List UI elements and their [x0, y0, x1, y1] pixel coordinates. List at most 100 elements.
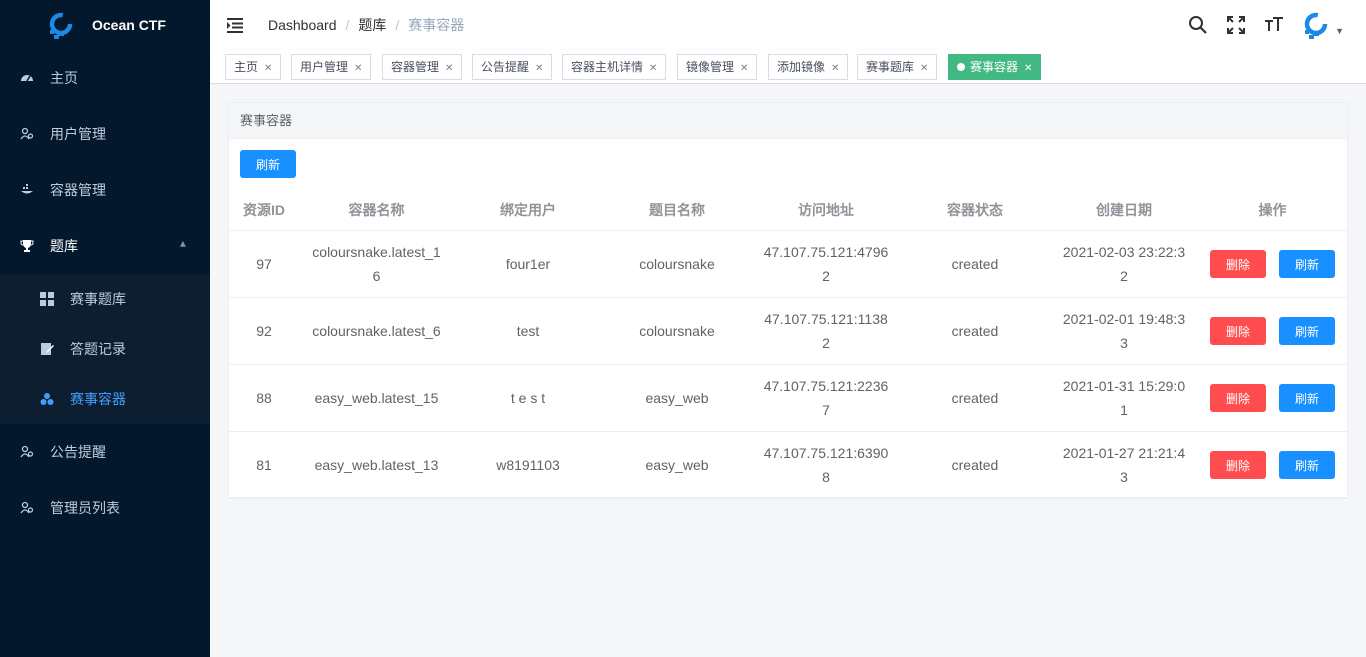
cell-challenge: easy_web: [645, 390, 709, 406]
card-title: 赛事容器: [229, 103, 1347, 139]
cell-created: 2021-01-31 15:29:01: [1062, 378, 1186, 418]
breadcrumb-item[interactable]: 题库: [358, 15, 386, 35]
row-refresh-button[interactable]: 刷新: [1279, 384, 1335, 412]
table-header: 资源ID 容器名称 绑定用户 题目名称 访问地址 容器状态 创建日期 操作: [229, 190, 1347, 231]
sidebar-item-label: 管理员列表: [50, 500, 120, 516]
breadcrumb-item[interactable]: Dashboard: [268, 17, 337, 33]
row-refresh-button[interactable]: 刷新: [1279, 250, 1335, 278]
delete-button[interactable]: 删除: [1210, 250, 1266, 278]
row-refresh-button[interactable]: 刷新: [1279, 451, 1335, 479]
delete-button[interactable]: 删除: [1210, 451, 1266, 479]
cell-created: 2021-01-27 21:21:43: [1062, 445, 1186, 485]
tag-image-management[interactable]: 镜像管理 ✕: [677, 54, 758, 80]
row-refresh-button[interactable]: 刷新: [1279, 317, 1335, 345]
sidebar-item-question-bank[interactable]: 题库 ▼: [0, 218, 210, 274]
cell-container-name: easy_web.latest_15: [314, 390, 439, 406]
edit-doc-icon: [40, 342, 54, 356]
tag-user-management[interactable]: 用户管理 ✕: [291, 54, 372, 80]
column-header: 绑定用户: [500, 202, 556, 218]
cell-container-name: coloursnake.latest_6: [312, 323, 441, 339]
table-row: 81 easy_web.latest_13 w8191103 easy_web …: [229, 432, 1347, 499]
grid-icon: [40, 292, 54, 306]
cell-id: 97: [256, 256, 272, 272]
cell-challenge: coloursnake: [639, 256, 715, 272]
sidebar-item-home[interactable]: 主页: [0, 50, 210, 106]
delete-button[interactable]: 删除: [1210, 317, 1266, 345]
close-icon[interactable]: ✕: [831, 63, 839, 74]
tag-label: 容器管理: [391, 60, 440, 74]
tag-label: 主页: [234, 60, 259, 74]
cell-container-name: easy_web.latest_13: [314, 457, 439, 473]
logo[interactable]: Ocean CTF: [0, 0, 210, 50]
sidebar: Ocean CTF 主页 用户管理 容器管理 题库 ▼ 赛事题库 答题记录 赛事…: [0, 0, 210, 657]
sidebar-item-users[interactable]: 用户管理: [0, 106, 210, 162]
close-icon[interactable]: ✕: [920, 63, 928, 74]
cell-status: created: [951, 323, 999, 339]
caret-down-icon: ▼: [1335, 26, 1344, 36]
column-header: 容器名称: [348, 202, 405, 218]
tag-contest-containers[interactable]: 赛事容器 ✕: [948, 54, 1042, 80]
tag-label: 镜像管理: [686, 60, 735, 74]
sidebar-item-label: 答题记录: [70, 341, 126, 357]
column-header: 访问地址: [798, 202, 854, 218]
sidebar-item-label: 题库: [50, 238, 78, 254]
tag-contest-questions[interactable]: 赛事题库 ✕: [857, 54, 938, 80]
close-icon[interactable]: ✕: [535, 63, 543, 74]
tag-announcements[interactable]: 公告提醒 ✕: [472, 54, 553, 80]
cell-challenge: coloursnake: [639, 323, 715, 339]
sidebar-item-containers[interactable]: 容器管理: [0, 162, 210, 218]
delete-button[interactable]: 删除: [1210, 384, 1266, 412]
tag-add-image[interactable]: 添加镜像 ✕: [768, 54, 849, 80]
sidebar-item-contest-questions[interactable]: 赛事题库: [0, 274, 210, 324]
tag-home[interactable]: 主页 ✕: [225, 54, 282, 80]
table-row: 88 easy_web.latest_15 t e s t easy_web 4…: [229, 365, 1347, 432]
tag-label: 公告提醒: [481, 60, 530, 74]
sidebar-item-label: 赛事题库: [70, 291, 126, 307]
cell-created: 2021-02-01 19:48:33: [1062, 311, 1186, 351]
close-icon[interactable]: ✕: [354, 63, 362, 74]
cell-address: 47.107.75.121:22367: [763, 378, 889, 418]
table-row: 97 coloursnake.latest_16 four1er colours…: [229, 231, 1347, 298]
sidebar-item-announcements[interactable]: 公告提醒: [0, 424, 210, 480]
containers-table: 资源ID 容器名称 绑定用户 题目名称 访问地址 容器状态 创建日期 操作 97…: [229, 190, 1347, 499]
sidebar-item-contest-containers[interactable]: 赛事容器: [0, 374, 210, 424]
column-header: 容器状态: [947, 202, 1003, 218]
container-icon: [20, 183, 34, 197]
chevron-up-icon: ▼: [178, 238, 188, 249]
right-menu: ▼: [1171, 0, 1344, 50]
close-icon[interactable]: ✕: [264, 63, 272, 74]
avatar: [1304, 12, 1328, 39]
cell-status: created: [951, 256, 999, 272]
tags-view: 主页 ✕ 用户管理 ✕ 容器管理 ✕ 公告提醒 ✕ 容器主机详情 ✕ 镜像管理 ✕ 添加镜像…: [210, 50, 1366, 84]
cell-id: 92: [256, 323, 272, 339]
close-icon[interactable]: ✕: [1024, 63, 1032, 74]
tag-label: 容器主机详情: [571, 60, 644, 74]
users-icon: [20, 127, 34, 141]
breadcrumb-separator: /: [345, 17, 350, 33]
tag-container-management[interactable]: 容器管理 ✕: [382, 54, 463, 80]
hamburger-icon[interactable]: [227, 16, 245, 34]
sidebar-item-label: 容器管理: [50, 182, 106, 198]
sidebar-item-answer-records[interactable]: 答题记录: [0, 324, 210, 374]
tag-container-host-details[interactable]: 容器主机详情 ✕: [562, 54, 667, 80]
refresh-button[interactable]: 刷新: [240, 150, 296, 178]
cell-user: t e s t: [510, 390, 546, 406]
tag-label: 用户管理: [300, 60, 349, 74]
column-header: 资源ID: [243, 202, 285, 218]
sidebar-item-admins[interactable]: 管理员列表: [0, 480, 210, 536]
submenu-question-bank: 赛事题库 答题记录 赛事容器: [0, 274, 210, 424]
user-avatar-dropdown[interactable]: ▼: [1301, 11, 1344, 39]
trophy-icon: [20, 239, 34, 253]
users-icon: [20, 501, 34, 515]
cell-address: 47.107.75.121:63908: [763, 445, 889, 485]
close-icon[interactable]: ✕: [740, 63, 748, 74]
cell-address: 47.107.75.121:47962: [763, 244, 889, 284]
text-size-icon[interactable]: [1263, 14, 1285, 36]
cell-id: 88: [256, 390, 272, 406]
cell-container-name: coloursnake.latest_16: [312, 244, 441, 284]
close-icon[interactable]: ✕: [649, 63, 657, 74]
close-icon[interactable]: ✕: [445, 63, 453, 74]
fullscreen-icon[interactable]: [1225, 14, 1247, 36]
search-icon[interactable]: [1187, 14, 1209, 36]
sidebar-item-label: 主页: [50, 70, 78, 86]
